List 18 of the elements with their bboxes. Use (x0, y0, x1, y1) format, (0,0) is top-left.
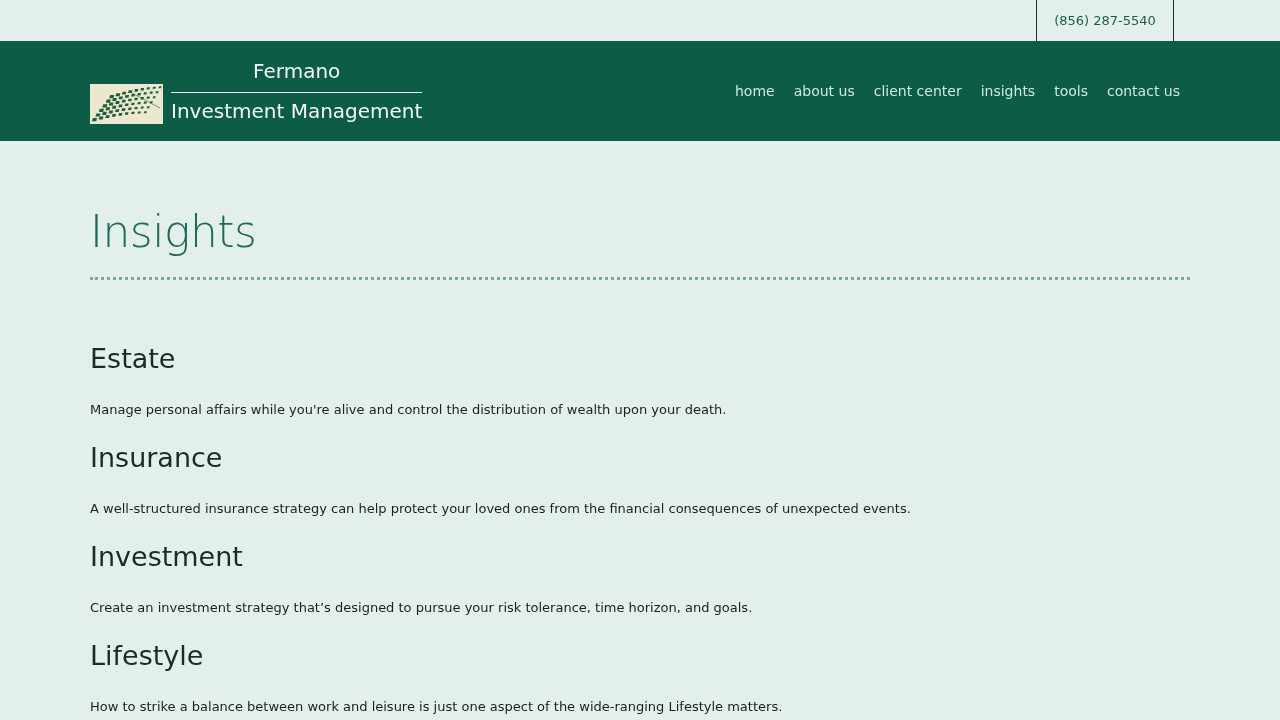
nav-link[interactable]: tools (1054, 80, 1088, 102)
section-description: How to strike a balance between work and leisure is just one aspect of the wide-ranging Lifestyle matters. (90, 698, 784, 716)
brand-tagline: Investment Management (171, 97, 423, 124)
nav-link[interactable]: client center (873, 80, 962, 102)
section-heading: Lifestyle (90, 639, 205, 673)
nav-link[interactable]: home (735, 80, 775, 102)
nav-link[interactable]: contact us (1107, 80, 1180, 102)
section-heading: Insurance (90, 441, 224, 475)
section-heading: Estate (90, 342, 177, 376)
section-description: Create an investment strategy that’s designed to pursue your risk tolerance, time horizon, and goals. (90, 599, 754, 617)
brand-name: Fermano (252, 58, 342, 83)
grid-logo-icon (90, 83, 163, 124)
section-description: A well-structured insurance strategy can help protect your loved ones from the financial consequences of unexpected events. (90, 500, 912, 518)
nav-link[interactable]: about us (793, 80, 855, 102)
page-title: Insights (90, 205, 258, 258)
section-heading: Investment (90, 540, 244, 574)
section-description: Manage personal affairs while you're alive and control the distribution of wealth upon your death. (90, 401, 728, 419)
nav-link[interactable]: insights (980, 80, 1036, 102)
